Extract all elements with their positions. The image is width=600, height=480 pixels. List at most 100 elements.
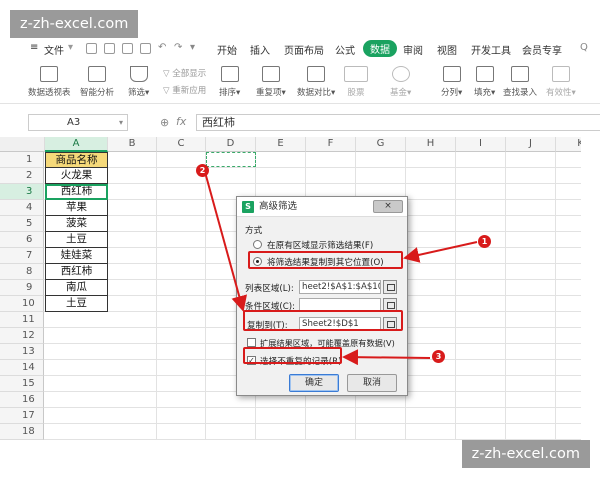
row-header-9[interactable]: 9	[0, 280, 44, 296]
fund-button[interactable]: 基金▾	[390, 66, 411, 98]
radio-show-in-place[interactable]	[253, 240, 262, 249]
row-header-13[interactable]: 13	[0, 344, 44, 360]
list-range-label: 列表区域(L):	[245, 284, 294, 294]
list-range-picker-button[interactable]	[383, 280, 397, 294]
row-header-5[interactable]: 5	[0, 216, 44, 232]
table-cell[interactable]: 土豆	[45, 232, 108, 248]
select-all-corner[interactable]	[0, 137, 45, 152]
row-header-8[interactable]: 8	[0, 264, 44, 280]
fill-button[interactable]: 填充▾	[474, 66, 495, 98]
search-icon[interactable]: Q	[580, 42, 588, 53]
hamburger-icon[interactable]: ≡	[30, 42, 38, 53]
column-header-g[interactable]: G	[356, 137, 406, 152]
column-header-i[interactable]: I	[456, 137, 506, 152]
row-header-15[interactable]: 15	[0, 376, 44, 392]
zoom-icon[interactable]: ⊕	[160, 116, 169, 129]
row-header-11[interactable]: 11	[0, 312, 44, 328]
tab-formulas[interactable]: 公式	[335, 42, 355, 57]
tab-view[interactable]: 视图	[437, 42, 457, 57]
expand-range-checkbox[interactable]	[247, 338, 256, 347]
row-header-12[interactable]: 12	[0, 328, 44, 344]
more-icon[interactable]: ▾	[190, 42, 195, 53]
redo-icon[interactable]: ↷	[174, 42, 182, 53]
fx-icon[interactable]: fx	[176, 115, 186, 128]
row-header-14[interactable]: 14	[0, 360, 44, 376]
row-header-18[interactable]: 18	[0, 424, 44, 440]
pivot-table-icon	[40, 66, 59, 82]
tab-home[interactable]: 开始	[217, 42, 237, 57]
sort-label: 排序	[219, 88, 237, 98]
row-header-2[interactable]: 2	[0, 168, 44, 184]
column-header-f[interactable]: F	[306, 137, 356, 152]
filter-button[interactable]: 筛选▾	[128, 66, 149, 98]
reapply-label: 重新应用	[172, 86, 207, 96]
data-compare-button[interactable]: 数据对比▾	[297, 66, 335, 98]
table-cell[interactable]: 娃娃菜	[45, 248, 108, 264]
tab-data[interactable]: 数据	[363, 40, 397, 57]
row-header-1[interactable]: 1	[0, 152, 44, 168]
preview-icon[interactable]	[140, 43, 151, 54]
save-icon[interactable]	[86, 43, 97, 54]
name-box[interactable]: A3	[28, 114, 128, 131]
row-header-16[interactable]: 16	[0, 392, 44, 408]
gridline	[44, 423, 581, 424]
row-header-17[interactable]: 17	[0, 408, 44, 424]
lookup-entry-button[interactable]: 查找录入	[503, 66, 537, 98]
column-header-k[interactable]: K	[556, 137, 581, 152]
cancel-button[interactable]: 取消	[347, 374, 397, 392]
tab-page-layout[interactable]: 页面布局	[284, 42, 324, 57]
column-header-h[interactable]: H	[406, 137, 456, 152]
split-column-button[interactable]: 分列▾	[441, 66, 462, 98]
column-header-d[interactable]: D	[206, 137, 256, 152]
file-menu[interactable]: 文件	[44, 42, 64, 57]
ok-button[interactable]: 确定	[289, 374, 339, 392]
reapply-icon: ▽	[163, 86, 173, 96]
fund-label: 基金	[390, 88, 408, 98]
column-header-a[interactable]: A	[45, 137, 108, 152]
header-cell[interactable]: 商品名称	[45, 152, 108, 168]
stock-button[interactable]: 股票	[344, 66, 368, 98]
sort-button[interactable]: 排序▾	[219, 66, 240, 98]
duplicates-button[interactable]: 重复项▾	[256, 66, 286, 98]
chevron-down-icon[interactable]: ▾	[68, 42, 73, 53]
row-header-3[interactable]: 3	[0, 184, 44, 200]
fund-icon	[391, 66, 410, 82]
formula-input[interactable]: 西红柿	[196, 114, 600, 131]
close-button[interactable]: ×	[373, 200, 403, 213]
dialog-title: 高级筛选	[259, 201, 298, 212]
smart-analysis-icon	[88, 66, 106, 82]
pivot-table-button[interactable]: 数据透视表	[28, 66, 71, 98]
fill-icon	[475, 66, 494, 82]
reapply-button[interactable]: ▽ 重新应用	[163, 84, 206, 96]
tab-member[interactable]: 会员专享	[522, 42, 562, 57]
table-cell[interactable]: 苹果	[45, 200, 108, 216]
row-header-7[interactable]: 7	[0, 248, 44, 264]
column-header-j[interactable]: J	[506, 137, 556, 152]
column-header-e[interactable]: E	[256, 137, 306, 152]
undo-icon[interactable]: ↶	[158, 42, 166, 53]
table-cell[interactable]: 菠菜	[45, 216, 108, 232]
smart-analysis-button[interactable]: 智能分析	[80, 66, 114, 98]
tab-insert[interactable]: 插入	[250, 42, 270, 57]
gridline	[44, 439, 581, 440]
column-header-c[interactable]: C	[157, 137, 206, 152]
tab-developer[interactable]: 开发工具	[471, 42, 511, 57]
filter-icon	[129, 66, 148, 82]
table-cell[interactable]: 火龙果	[45, 168, 108, 184]
table-cell[interactable]: 土豆	[45, 296, 108, 312]
row-header-10[interactable]: 10	[0, 296, 44, 312]
print-icon[interactable]	[122, 43, 133, 54]
list-range-input[interactable]: heet2!$A$1:$A$10	[299, 280, 381, 294]
table-cell[interactable]: 西红柿	[45, 184, 108, 200]
tab-review[interactable]: 审阅	[403, 42, 423, 57]
data-compare-label: 数据对比	[297, 88, 332, 98]
table-cell[interactable]: 西红柿	[45, 264, 108, 280]
table-cell[interactable]: 南瓜	[45, 280, 108, 296]
gridline	[156, 152, 157, 440]
row-header-6[interactable]: 6	[0, 232, 44, 248]
column-header-b[interactable]: B	[108, 137, 157, 152]
row-header-4[interactable]: 4	[0, 200, 44, 216]
validity-button[interactable]: 有效性▾	[546, 66, 576, 98]
show-all-button[interactable]: ▽ 全部显示	[163, 67, 206, 79]
export-icon[interactable]	[104, 43, 115, 54]
